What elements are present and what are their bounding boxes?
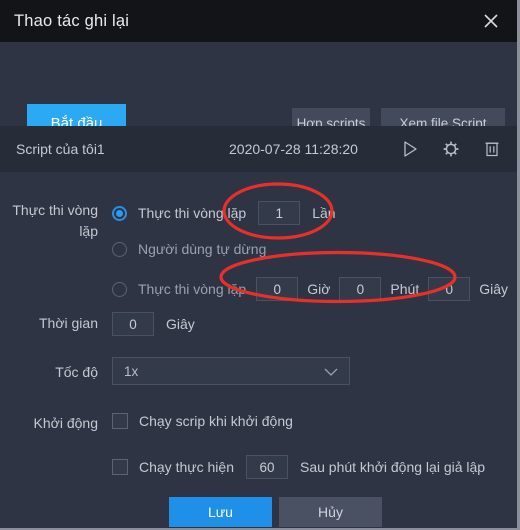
gear-icon <box>443 141 459 157</box>
title-bar: Thao tác ghi lại <box>0 0 517 42</box>
duration-row: 0 Giây <box>112 312 195 336</box>
play-button[interactable] <box>399 138 421 160</box>
checkbox-run-after[interactable] <box>112 459 128 475</box>
radio-loop-count[interactable] <box>112 205 127 221</box>
delete-button[interactable] <box>481 138 503 160</box>
close-button[interactable] <box>469 0 513 42</box>
duration-unit: Giây <box>166 316 195 332</box>
loop-hours-input[interactable]: 0 <box>256 277 299 301</box>
loop-minutes-input[interactable]: 0 <box>339 277 382 301</box>
radio-loop-manual[interactable] <box>112 241 127 257</box>
run-on-boot-row[interactable]: Chạy scrip khi khởi động <box>112 413 293 429</box>
loop-seconds-unit: Giây <box>479 281 509 297</box>
settings-button[interactable] <box>440 138 462 160</box>
play-icon <box>404 141 417 157</box>
loop-option-manual-label: Người dùng tự dừng <box>138 241 267 257</box>
run-after-minutes-input[interactable]: 60 <box>245 455 288 479</box>
run-on-boot-label: Chạy scrip khi khởi động <box>139 413 293 429</box>
loop-option-duration[interactable]: Thực thi vòng lặp 0 Giờ 0 Phút 0 Giây <box>112 277 508 301</box>
speed-select-value: 1x <box>124 363 139 379</box>
window-title: Thao tác ghi lại <box>14 11 130 30</box>
speed-select[interactable]: 1x <box>112 357 350 385</box>
recorder-dialog: Thao tác ghi lại Bắt đầu Hợp scripts Xem… <box>0 0 520 530</box>
script-datetime: 2020-07-28 11:28:20 <box>229 141 358 157</box>
loop-section-label: Thực thi vòng lặp <box>12 202 98 239</box>
loop-option-duration-label: Thực thi vòng lặp <box>138 281 247 297</box>
duration-input[interactable]: 0 <box>112 312 154 336</box>
script-name: Script của tôi1 <box>16 141 105 157</box>
speed-label: Tốc độ <box>55 364 98 380</box>
loop-option-count-label: Thực thi vòng lặp <box>138 205 247 221</box>
trash-icon <box>485 142 499 157</box>
chevron-down-icon <box>324 368 338 376</box>
duration-label: Thời gian <box>39 315 98 331</box>
cancel-button[interactable]: Hủy <box>279 497 382 527</box>
loop-count-input[interactable]: 1 <box>258 201 301 225</box>
action-bar: Bắt đầu Hợp scripts Xem file Script <box>0 42 517 142</box>
loop-hours-unit: Giờ <box>307 281 331 297</box>
loop-minutes-unit: Phút <box>390 281 420 297</box>
radio-loop-duration[interactable] <box>112 281 127 297</box>
loop-seconds-input[interactable]: 0 <box>428 277 471 301</box>
run-after-row[interactable]: Chạy thực hiện 60 Sau phút khởi động lại… <box>112 455 485 479</box>
save-button[interactable]: Lưu <box>169 497 272 527</box>
startup-label: Khởi động <box>33 415 98 431</box>
run-after-label: Chạy thực hiện <box>139 459 234 475</box>
run-after-suffix: Sau phút khởi động lại giả lập <box>299 459 486 475</box>
checkbox-run-on-boot[interactable] <box>112 413 128 429</box>
close-icon <box>484 14 498 28</box>
loop-count-unit: Lần <box>312 205 336 221</box>
script-row[interactable]: Script của tôi1 2020-07-28 11:28:20 <box>0 126 517 172</box>
loop-option-count[interactable]: Thực thi vòng lặp 1 Lần <box>112 201 336 225</box>
loop-option-manual[interactable]: Người dùng tự dừng <box>112 241 266 257</box>
script-row-actions <box>399 138 503 160</box>
